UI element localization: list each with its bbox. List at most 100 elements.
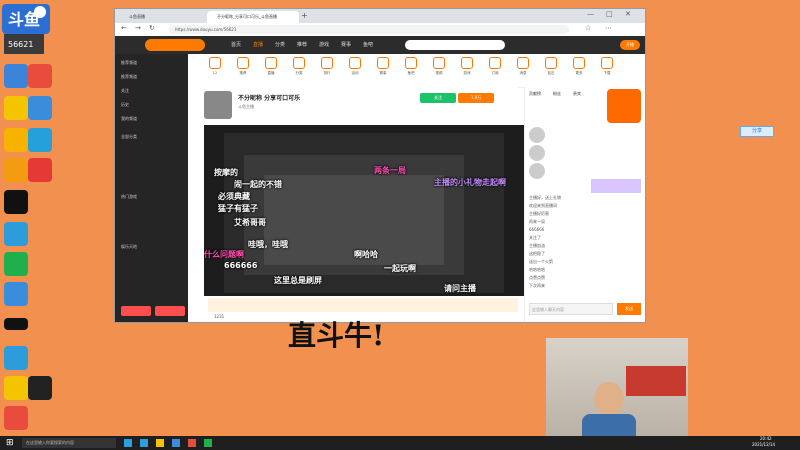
category-item[interactable]: 订阅	[484, 57, 506, 76]
category-item[interactable]: 视频	[428, 57, 450, 76]
danmaku: 两条一局	[374, 166, 406, 175]
desktop-icon-16[interactable]	[28, 376, 52, 400]
minimize-icon[interactable]: —	[587, 10, 594, 18]
send-button[interactable]: 发送	[617, 303, 641, 315]
category-item[interactable]: 12	[204, 57, 226, 75]
streamer-avatar[interactable]	[204, 91, 232, 119]
desktop-icon-5[interactable]	[4, 128, 28, 152]
desktop-icon-3[interactable]	[4, 96, 28, 120]
menu-icon[interactable]: ⋯	[605, 24, 612, 32]
desktop-icon-8[interactable]	[28, 158, 52, 182]
category-icon	[517, 57, 529, 69]
sidebar-item[interactable]: 娱乐天地	[121, 244, 137, 250]
back-icon[interactable]: ←	[121, 24, 127, 32]
taskbar-app-icon[interactable]	[188, 439, 196, 447]
sidebar-item[interactable]: 推荐频道	[121, 60, 137, 66]
category-icon	[237, 57, 249, 69]
sidebar-item[interactable]: 历史	[121, 102, 129, 108]
close-icon[interactable]: ✕	[625, 10, 631, 18]
avatar[interactable]	[529, 163, 545, 179]
category-item[interactable]: 排行	[316, 57, 338, 76]
clock-date[interactable]: 2021/12/14	[752, 442, 775, 447]
reload-icon[interactable]: ↻	[149, 24, 155, 32]
sidebar-red-button[interactable]	[155, 306, 185, 316]
promo-badge[interactable]	[607, 89, 641, 123]
desktop-icon-17[interactable]	[4, 406, 28, 430]
category-item[interactable]: 赛事	[372, 57, 394, 76]
url-input[interactable]: https://www.douyu.com/56621	[169, 25, 569, 34]
maximize-icon[interactable]: □	[606, 10, 613, 18]
tab-1[interactable]: 斗鱼直播	[119, 11, 207, 23]
new-tab-icon[interactable]: +	[301, 11, 308, 20]
category-label: 更多	[575, 71, 583, 75]
desktop-icon-2[interactable]	[28, 64, 52, 88]
category-item[interactable]: 更多	[568, 57, 590, 76]
category-item[interactable]: 鱼吧	[400, 57, 422, 76]
desktop-icon-10[interactable]	[4, 222, 28, 246]
windows-start-icon[interactable]: ⊞	[6, 438, 16, 448]
avatar[interactable]	[529, 145, 545, 161]
sidebar-item[interactable]: 我的频道	[121, 116, 137, 122]
douyu-logo-icon[interactable]	[145, 39, 205, 51]
nav-live[interactable]: 直播	[253, 36, 263, 54]
danmaku: 主播的小礼物走起啊	[434, 178, 506, 187]
desktop-icon-4[interactable]	[28, 96, 52, 120]
category-item[interactable]: 钻石	[540, 57, 562, 76]
taskbar-search[interactable]: 在这里输入你要搜索的内容	[22, 438, 116, 448]
category-item[interactable]: 活动	[344, 57, 366, 76]
category-item[interactable]: 消息	[512, 57, 534, 76]
search-input[interactable]	[405, 40, 505, 50]
desktop-icon-15[interactable]	[4, 376, 28, 400]
follow-button[interactable]: 关注	[420, 93, 456, 103]
gift-strip[interactable]	[208, 298, 518, 312]
desktop-icon-12[interactable]	[4, 282, 28, 306]
taskbar-app-icon[interactable]	[172, 439, 180, 447]
category-item[interactable]: 下载	[596, 57, 618, 76]
video-player[interactable]: 按摩的 闹一起的不错 必须典藏 猛子有猛子 艾希哥哥 哇哦，哇哦 666666 …	[204, 125, 524, 305]
nav-game[interactable]: 游戏	[319, 36, 329, 54]
category-label: 消息	[519, 71, 527, 75]
desktop-icon-14[interactable]	[4, 346, 28, 370]
sidebar-item[interactable]: 关注	[121, 88, 129, 94]
tab-2[interactable]: 不分昵称_分享可口可乐_斗鱼直播	[207, 11, 299, 23]
category-item[interactable]: 直播	[260, 57, 282, 76]
taskbar-app-icon[interactable]	[124, 439, 132, 447]
category-bar: 12 推荐 直播 分类 排行 活动 赛事 鱼吧 视频 游戏 订阅 消息 钻石 更…	[188, 54, 645, 88]
desktop-icon-11[interactable]	[4, 252, 28, 276]
desktop-icon-7[interactable]	[4, 158, 28, 182]
taskbar-app-icon[interactable]	[204, 439, 212, 447]
chat-tab[interactable]: 贡献榜	[529, 91, 541, 97]
desktop-icon-1[interactable]	[4, 64, 28, 88]
nav-yuba[interactable]: 鱼吧	[363, 36, 373, 54]
chat-input[interactable]: 这里输入聊天内容	[529, 303, 613, 315]
sidebar-item[interactable]: 全部分类	[121, 134, 137, 140]
category-item[interactable]: 推荐	[232, 57, 254, 76]
nav-category[interactable]: 分类	[275, 36, 285, 54]
desktop-icon-13[interactable]	[4, 318, 28, 330]
chat-tab[interactable]: 贵宾	[573, 91, 581, 97]
nav-match[interactable]: 赛事	[341, 36, 351, 54]
sidebar-item[interactable]: 热门游戏	[121, 194, 137, 200]
danmaku: 666666	[224, 261, 258, 270]
desktop-icon-9[interactable]	[4, 190, 28, 214]
taskbar-app-icon[interactable]	[156, 439, 164, 447]
chat-message: 哈哈哈哈	[529, 267, 545, 272]
category-item[interactable]: 游戏	[456, 57, 478, 76]
float-share-button[interactable]: 分享	[740, 126, 774, 137]
nav-recommend[interactable]: 推荐	[297, 36, 307, 54]
forward-icon[interactable]: →	[135, 24, 141, 32]
chat-tab[interactable]: 粉丝	[553, 91, 561, 97]
category-icon	[293, 57, 305, 69]
clock-time[interactable]: 20:42	[760, 436, 772, 441]
category-icon	[433, 57, 445, 69]
desktop-icon-6[interactable]	[28, 128, 52, 152]
avatar[interactable]	[529, 127, 545, 143]
sidebar-red-button[interactable]	[121, 306, 151, 316]
go-live-button[interactable]: 开播	[620, 40, 640, 50]
taskbar-app-icon[interactable]	[140, 439, 148, 447]
category-item[interactable]: 分类	[288, 57, 310, 76]
favorite-icon[interactable]: ☆	[585, 24, 591, 32]
gift-count: 1231	[214, 314, 225, 319]
nav-home[interactable]: 首页	[231, 36, 241, 54]
sidebar-item[interactable]: 推荐频道	[121, 74, 137, 80]
